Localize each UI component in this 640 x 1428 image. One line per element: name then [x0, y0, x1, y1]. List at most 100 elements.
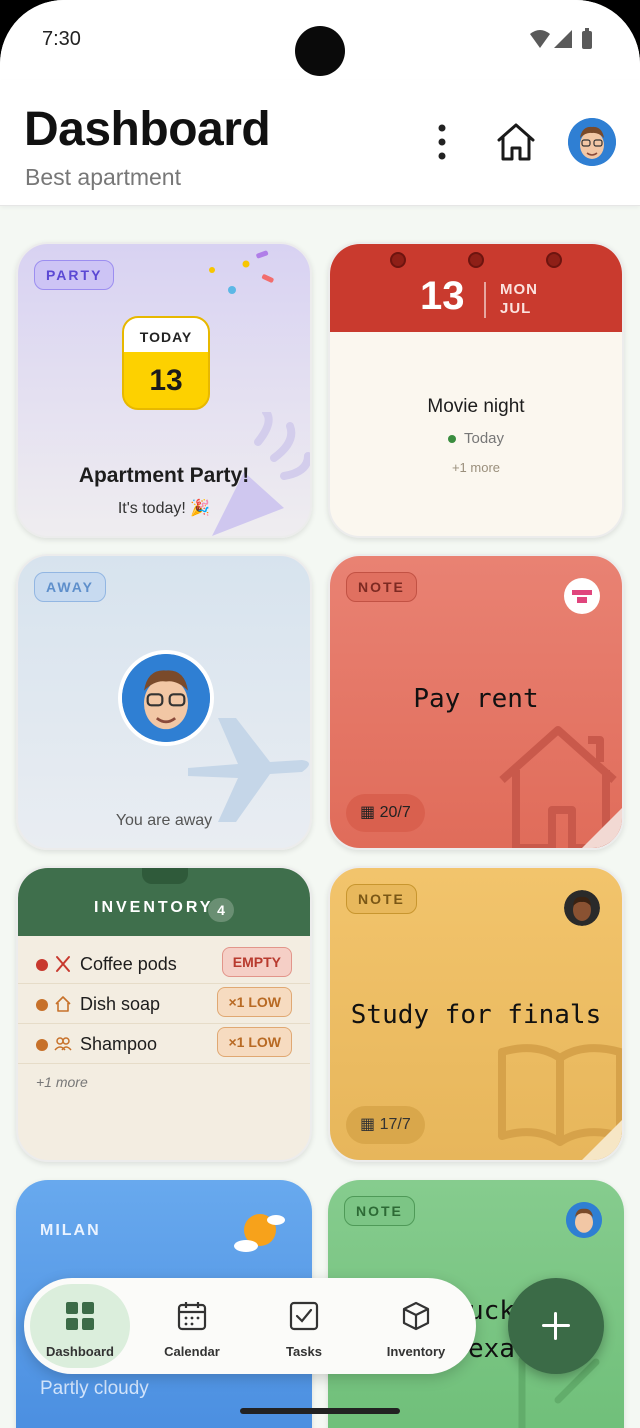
stock-tag: ×1 LOW	[217, 1027, 292, 1057]
weather-condition: Partly cloudy	[40, 1378, 149, 1399]
calendar-day-number: 13	[149, 364, 183, 397]
status-time: 7:30	[42, 28, 81, 50]
nav-dashboard[interactable]: Dashboard	[30, 1284, 130, 1368]
away-badge: AWAY	[34, 572, 106, 602]
stock-tag: ×1 LOW	[217, 987, 292, 1017]
add-button[interactable]	[508, 1278, 604, 1374]
note-badge: NOTE	[346, 572, 417, 602]
event-when: Today	[330, 430, 622, 447]
party-subtitle: It's today! 🎉	[117, 500, 211, 517]
page-title: Dashboard	[24, 103, 271, 156]
bottom-navigation: Dashboard Calendar Tasks Inventory	[24, 1278, 476, 1374]
profile-avatar[interactable]	[568, 118, 616, 166]
stock-tag: EMPTY	[221, 947, 292, 977]
page-curl	[582, 1120, 622, 1160]
avatar-face-icon	[564, 890, 600, 926]
binder-ring	[468, 252, 484, 268]
nav-tasks[interactable]: Tasks	[254, 1284, 354, 1368]
movie-night-card[interactable]: 13 MON JUL Movie night Today +1 more	[328, 242, 624, 538]
more-events-label: +1 more	[451, 460, 501, 475]
utensils-icon	[56, 956, 70, 972]
binder-ring	[546, 252, 562, 268]
due-date: 20/7	[379, 804, 411, 821]
nav-label: Dashboard	[46, 1344, 114, 1359]
due-date-chip: ▦ 17/7	[346, 1106, 425, 1144]
inventory-header: INVENTORY 4	[18, 868, 310, 936]
plus-icon	[554, 1312, 557, 1340]
due-date: 17/7	[379, 1116, 411, 1133]
home-button[interactable]	[494, 120, 538, 164]
nav-calendar[interactable]: Calendar	[142, 1284, 242, 1368]
inventory-count-badge: 4	[208, 898, 234, 922]
inventory-card[interactable]: INVENTORY 4 Coffee pods EMPTY Dish soap …	[16, 866, 312, 1162]
clipboard-clip	[142, 868, 188, 884]
signal-icon	[554, 30, 572, 48]
more-vert-icon	[438, 124, 446, 160]
avatar-face-icon	[122, 654, 210, 742]
note-text: Study for finals	[350, 1000, 602, 1030]
due-date-chip: ▦ 20/7	[346, 794, 425, 832]
avatar-face-icon	[568, 118, 616, 166]
event-month: JUL	[500, 300, 532, 317]
more-items-label: +1 more	[36, 1074, 88, 1090]
event-title: Movie night	[427, 396, 525, 417]
note-card-study[interactable]: NOTE Study for finals ▦ 17/7	[328, 866, 624, 1162]
event-day: 13	[420, 274, 465, 318]
item-name: Dish soap	[80, 994, 161, 1014]
status-dot	[447, 435, 456, 444]
system-icons	[530, 28, 592, 49]
author-avatar	[564, 890, 600, 926]
nav-label: Inventory	[386, 1344, 446, 1359]
battery-icon	[582, 31, 592, 49]
status-bar: 7:30	[0, 0, 640, 80]
author-avatar-icon	[564, 578, 600, 614]
weather-city: MILAN	[40, 1222, 101, 1239]
inventory-item[interactable]: Coffee pods EMPTY	[18, 944, 310, 984]
item-name: Coffee pods	[80, 954, 177, 974]
item-name: Shampoo	[80, 1034, 158, 1054]
today-calendar-icon: TODAY 13	[122, 316, 210, 410]
nav-inventory[interactable]: Inventory	[366, 1284, 466, 1368]
binder-ring	[390, 252, 406, 268]
nav-label: Tasks	[286, 1344, 322, 1359]
status-dot	[36, 959, 48, 971]
note-text: Pay rent	[413, 684, 539, 714]
wifi-icon	[530, 30, 550, 48]
status-dot	[36, 999, 48, 1011]
away-status-text: You are away	[115, 812, 213, 829]
user-avatar	[118, 650, 214, 746]
status-dot	[36, 1039, 48, 1051]
party-event-card[interactable]: PARTY TODAY 13 Apartment Party! It's tod…	[16, 242, 312, 538]
author-avatar	[566, 1202, 602, 1238]
phone-screen: 7:30 Dashboard Best apartment PARTY TODA…	[0, 0, 640, 1428]
home-indicator[interactable]	[240, 1408, 400, 1414]
more-options-button[interactable]	[422, 116, 462, 168]
house-icon	[55, 996, 71, 1012]
calendar-icon: ▦	[360, 1116, 376, 1133]
inventory-item[interactable]: Dish soap ×1 LOW	[18, 984, 310, 1024]
note-badge: NOTE	[344, 1196, 415, 1226]
party-title: Apartment Party!	[78, 464, 250, 487]
people-icon	[54, 1037, 72, 1051]
date-divider	[484, 282, 486, 318]
app-header: Dashboard Best apartment	[0, 80, 640, 206]
checkbox-icon	[289, 1301, 319, 1331]
party-badge: PARTY	[34, 260, 115, 290]
camera-cutout	[295, 26, 345, 76]
calendar-icon: ▦	[360, 804, 376, 821]
note-text-line: exa	[468, 1334, 515, 1364]
avatar-face-icon	[566, 1202, 602, 1238]
note-badge: NOTE	[346, 884, 417, 914]
partly-cloudy-icon	[234, 1214, 285, 1252]
calendar-header: 13 MON JUL	[330, 244, 622, 332]
dashboard-grid-icon	[66, 1302, 94, 1330]
calendar-icon	[177, 1302, 207, 1331]
note-card-pay-rent[interactable]: NOTE Pay rent ▦ 20/7	[328, 554, 624, 850]
inventory-item[interactable]: Shampoo ×1 LOW	[18, 1024, 310, 1064]
away-status-card[interactable]: AWAY You are away	[16, 554, 312, 850]
page-curl	[582, 808, 622, 848]
confetti-icon	[209, 250, 274, 294]
apartment-name: Best apartment	[25, 164, 181, 190]
nav-label: Calendar	[164, 1344, 220, 1359]
inventory-title: INVENTORY	[94, 899, 214, 916]
